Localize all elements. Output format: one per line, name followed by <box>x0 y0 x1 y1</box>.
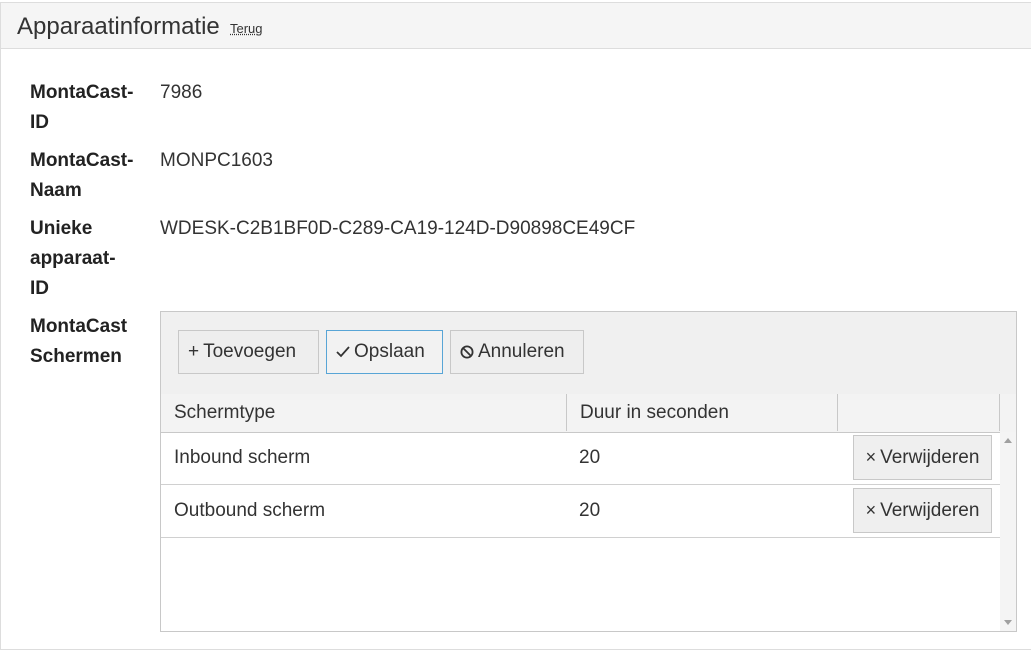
cell-duration[interactable]: 20 <box>579 432 600 484</box>
back-link[interactable]: Terug <box>230 21 263 36</box>
close-icon: × <box>865 500 877 520</box>
table-body: Inbound scherm 20 × Verwijderen Outbound… <box>161 432 1000 538</box>
delete-button[interactable]: × Verwijderen <box>853 488 992 533</box>
column-header-screentype[interactable]: Schermtype <box>161 394 567 431</box>
cell-duration[interactable]: 20 <box>579 485 600 537</box>
column-header-duration[interactable]: Duur in seconden <box>567 394 838 431</box>
grid-toolbar: + Toevoegen Opslaan Annuleren <box>161 312 1016 395</box>
table-row[interactable]: Inbound scherm 20 × Verwijderen <box>161 432 1000 485</box>
check-icon <box>336 346 350 358</box>
table-header: Schermtype Duur in seconden <box>161 394 1016 433</box>
plus-icon: + <box>188 341 200 362</box>
close-icon: × <box>865 447 877 467</box>
add-button[interactable]: + Toevoegen <box>178 330 319 374</box>
cell-screentype[interactable]: Inbound scherm <box>174 432 310 484</box>
field-label: MontaCast Schermen <box>30 316 128 367</box>
screens-grid: + Toevoegen Opslaan Annuleren Schermtype… <box>160 311 1017 632</box>
field-label: MontaCast- ID <box>30 82 134 133</box>
panel-heading: Apparaatinformatie Terug <box>1 3 1031 49</box>
field-value: 7986 <box>160 82 203 103</box>
scroll-up-icon[interactable] <box>1004 438 1012 443</box>
column-header-actions <box>838 394 1000 431</box>
save-button[interactable]: Opslaan <box>326 330 443 374</box>
scroll-down-icon[interactable] <box>1004 620 1012 625</box>
field-value: WDESK-C2B1BF0D-C289-CA19-124D-D90898CE49… <box>160 218 636 239</box>
field-label: Unieke apparaat- ID <box>30 218 116 299</box>
field-label: MontaCast- Naam <box>30 150 134 201</box>
page-title: Apparaatinformatie <box>17 13 220 40</box>
delete-button[interactable]: × Verwijderen <box>853 435 992 480</box>
field-value: MONPC1603 <box>160 150 273 171</box>
cancel-icon <box>460 345 474 359</box>
vertical-scrollbar[interactable] <box>1000 432 1016 631</box>
cancel-button[interactable]: Annuleren <box>450 330 584 374</box>
cell-screentype[interactable]: Outbound scherm <box>174 485 325 537</box>
table-row[interactable]: Outbound scherm 20 × Verwijderen <box>161 485 1000 538</box>
